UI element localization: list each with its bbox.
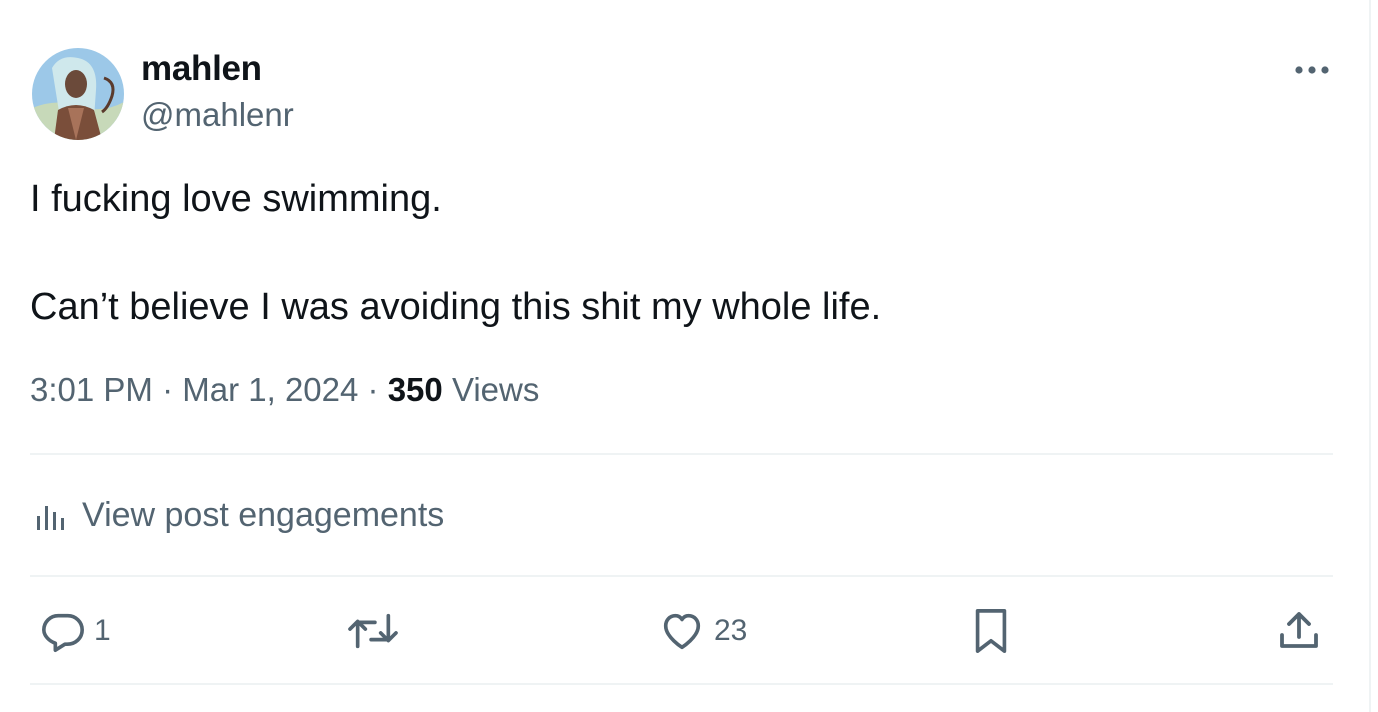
author-handle[interactable]: @mahlenr [141,94,294,136]
avatar[interactable] [32,48,124,140]
tweet-date[interactable]: Mar 1, 2024 [182,371,358,408]
column-border [1369,0,1371,712]
reply-button[interactable]: 1 [40,606,111,656]
meta-separator: · [367,371,379,408]
views-count: 350 [387,371,443,408]
more-icon [1295,66,1329,74]
retweet-button[interactable] [346,606,400,656]
author-name[interactable]: mahlen [141,48,262,90]
tweet-meta: 3:01 PM · Mar 1, 2024 · 350 Views [30,368,539,412]
divider [30,683,1333,685]
retweet-icon [348,613,398,649]
view-engagements-button[interactable]: View post engagements [34,490,444,540]
divider [30,453,1333,455]
meta-separator: · [162,371,174,408]
reply-icon [42,613,84,652]
more-button[interactable] [1287,52,1337,88]
bookmark-button[interactable] [968,606,1014,656]
views-label: Views [451,371,540,408]
divider [30,575,1333,577]
bookmark-icon [975,609,1007,653]
like-count: 23 [714,614,748,647]
heart-icon [663,613,701,650]
like-button[interactable]: 23 [658,606,747,656]
reply-count: 1 [94,614,111,647]
tweet-text: I fucking love swimming. Can’t believe I… [30,178,882,328]
share-button[interactable] [1275,606,1323,656]
tweet: mahlen @mahlenr I fucking love swimming.… [30,0,1333,712]
bar-chart-icon [37,506,64,530]
tweet-time[interactable]: 3:01 PM [30,371,153,408]
share-icon [1280,612,1318,648]
engagements-label: View post engagements [82,495,445,534]
